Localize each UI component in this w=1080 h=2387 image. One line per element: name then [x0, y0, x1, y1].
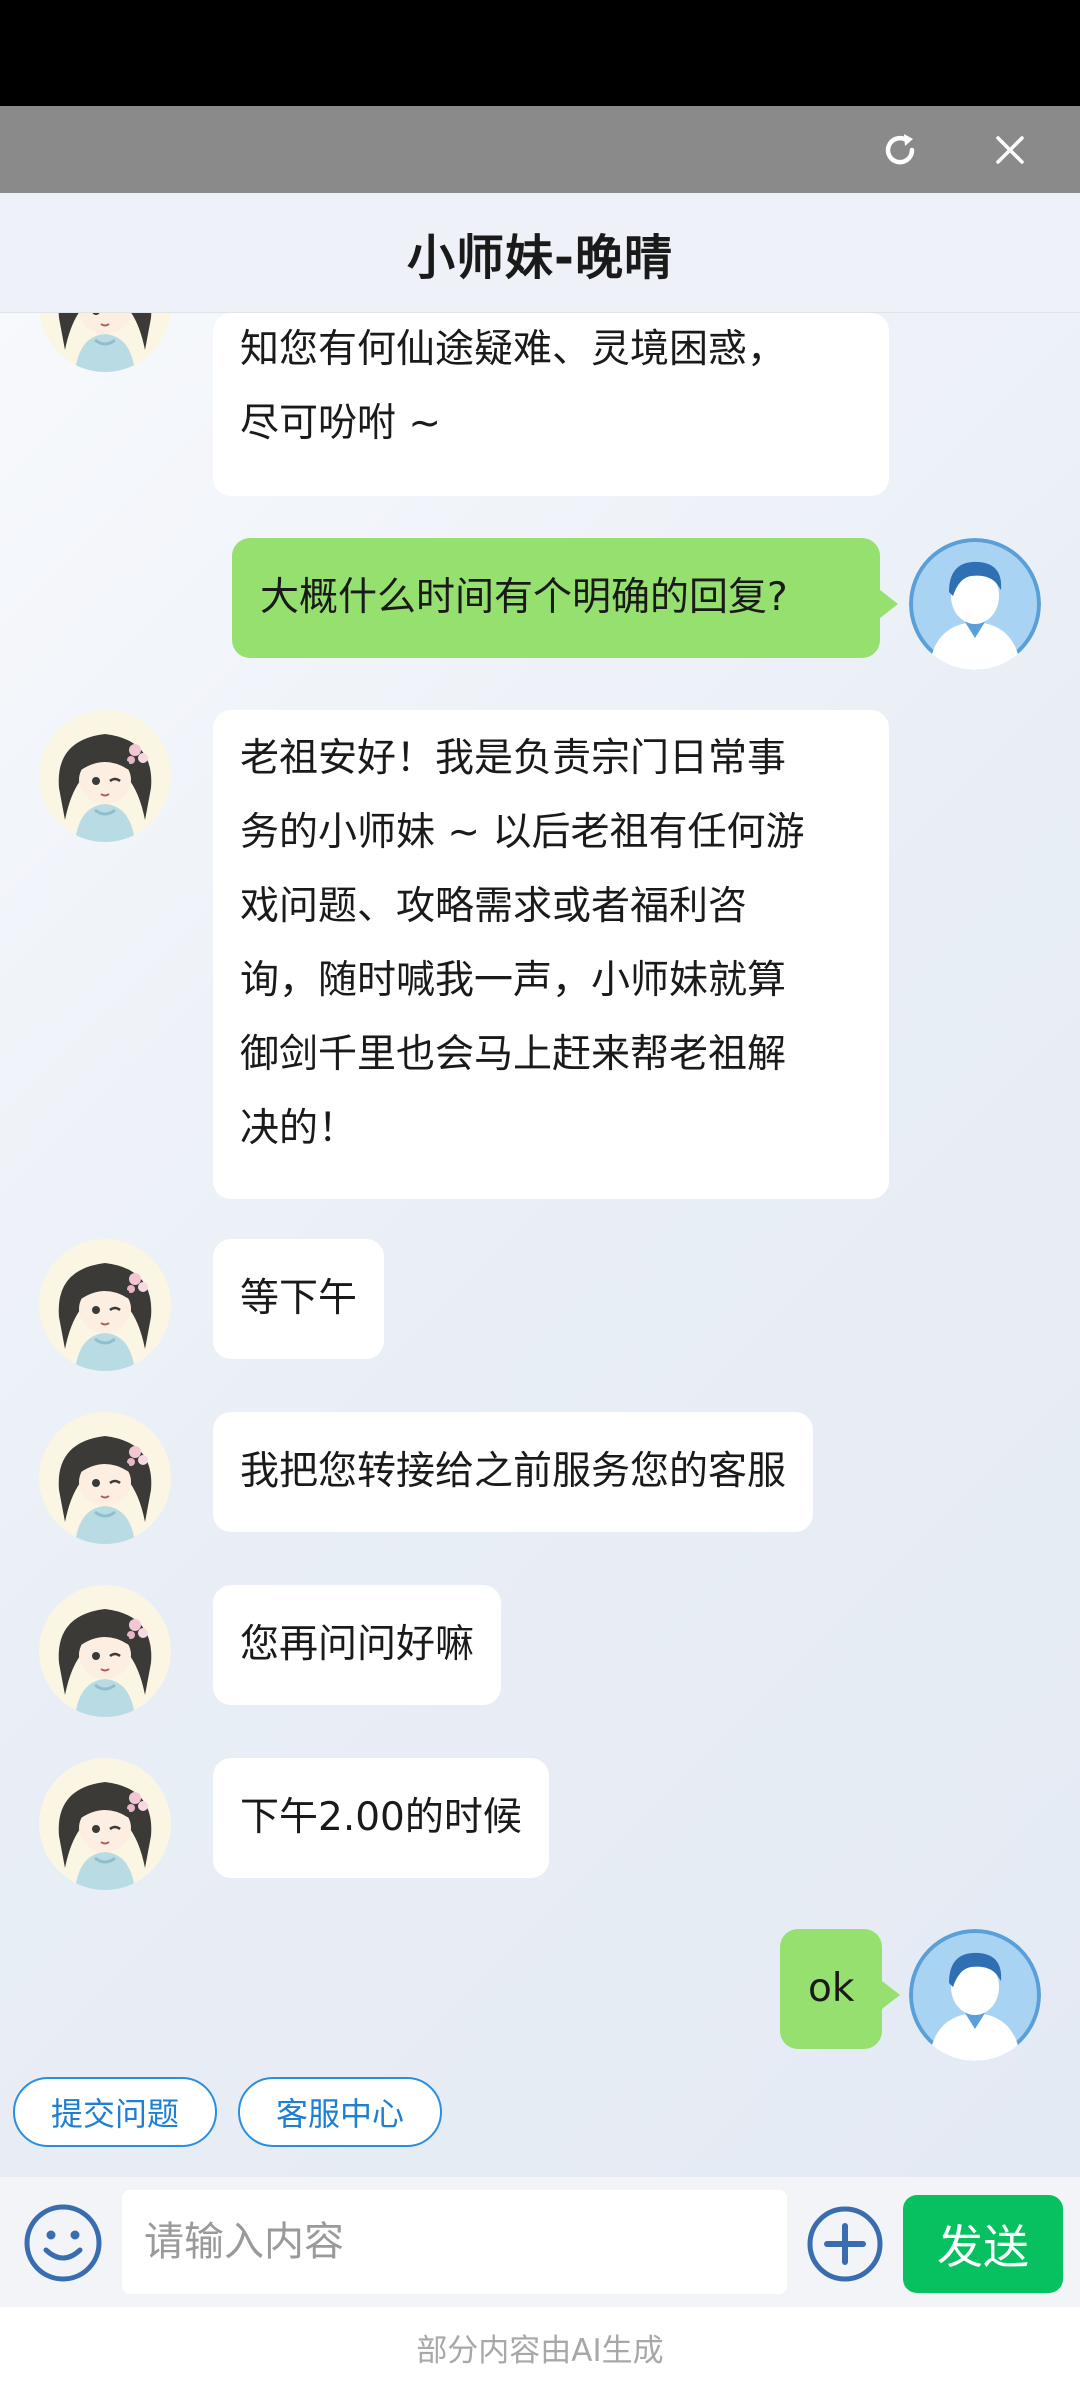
message-list[interactable]: 知您有何仙途疑难、灵境困惑， 尽可吩咐 ~ 大概什么时间有个明确的回复? 老祖安…	[0, 313, 1080, 2177]
message-text: ok	[808, 1966, 855, 2011]
refresh-button[interactable]	[860, 106, 940, 193]
plus-icon	[807, 2206, 883, 2282]
agent-message-bubble: 您再问问好嘛	[213, 1585, 502, 1705]
message-text: 大概什么时间有个明确的回复?	[260, 575, 788, 620]
message-text: 下午2.00的时候	[240, 1795, 522, 1840]
message-line: 询，随时喊我一声，小师妹就算	[240, 958, 787, 1003]
agent-message-bubble: 我把您转接给之前服务您的客服	[213, 1412, 814, 1532]
more-button[interactable]	[805, 2204, 885, 2284]
refresh-icon	[885, 133, 915, 164]
message-line: 决的！	[240, 1106, 358, 1151]
agent-message-bubble: 老祖安好！我是负责宗门日常事 务的小师妹 ~ 以后老祖有任何游 戏问题、攻略需求…	[213, 710, 889, 1199]
message-line: 御剑千里也会马上赶来帮老祖解	[240, 1032, 787, 1077]
status-bar	[0, 0, 1080, 106]
message-line: 知您有何仙途疑难、灵境困惑，	[240, 327, 787, 372]
user-avatar[interactable]	[909, 538, 1041, 670]
user-message-bubble: 大概什么时间有个明确的回复?	[232, 538, 898, 658]
window-bar	[0, 106, 1080, 193]
send-button[interactable]: 发送	[903, 2195, 1063, 2293]
agent-message-bubble: 等下午	[213, 1239, 385, 1359]
agent-avatar[interactable]	[39, 1412, 171, 1544]
message-text: 我把您转接给之前服务您的客服	[240, 1449, 787, 1494]
message-text: 您再问问好嘛	[240, 1622, 475, 1667]
close-icon	[996, 135, 1024, 164]
page-title: 小师妹-晚晴	[407, 229, 673, 286]
agent-avatar[interactable]	[39, 313, 171, 372]
message-line: 老祖安好！我是负责宗门日常事	[240, 736, 787, 781]
ai-disclaimer: 部分内容由AI生成	[0, 2307, 1080, 2387]
message-input[interactable]	[122, 2190, 787, 2294]
agent-avatar[interactable]	[39, 1758, 171, 1890]
agent-avatar[interactable]	[39, 710, 171, 842]
emoji-button[interactable]	[22, 2202, 104, 2284]
agent-avatar[interactable]	[39, 1239, 171, 1371]
user-avatar[interactable]	[909, 1929, 1041, 2061]
agent-avatar[interactable]	[39, 1585, 171, 1717]
agent-message-bubble: 下午2.00的时候	[213, 1758, 549, 1878]
composer-bar: 发送	[0, 2177, 1080, 2307]
agent-message-bubble: 知您有何仙途疑难、灵境困惑， 尽可吩咐 ~	[213, 313, 889, 496]
chat-header: 小师妹-晚晴	[0, 193, 1080, 313]
message-line: 尽可吩咐 ~	[240, 401, 442, 446]
user-message-bubble: ok	[780, 1929, 901, 2049]
emoji-icon	[24, 2204, 102, 2282]
submit-question-button[interactable]: 提交问题	[13, 2077, 217, 2147]
close-button[interactable]	[970, 106, 1050, 193]
message-line: 戏问题、攻略需求或者福利咨	[240, 884, 748, 929]
service-center-button[interactable]: 客服中心	[238, 2077, 442, 2147]
chat-screen: 小师妹-晚晴 知您有何仙途疑难、灵境困惑， 尽可吩咐 ~ 大概什么时间有个明确的…	[0, 0, 1080, 2387]
message-text: 等下午	[240, 1276, 358, 1321]
message-line: 务的小师妹 ~ 以后老祖有任何游	[240, 810, 805, 855]
ai-disclaimer-text: 部分内容由AI生成	[416, 2332, 664, 2369]
